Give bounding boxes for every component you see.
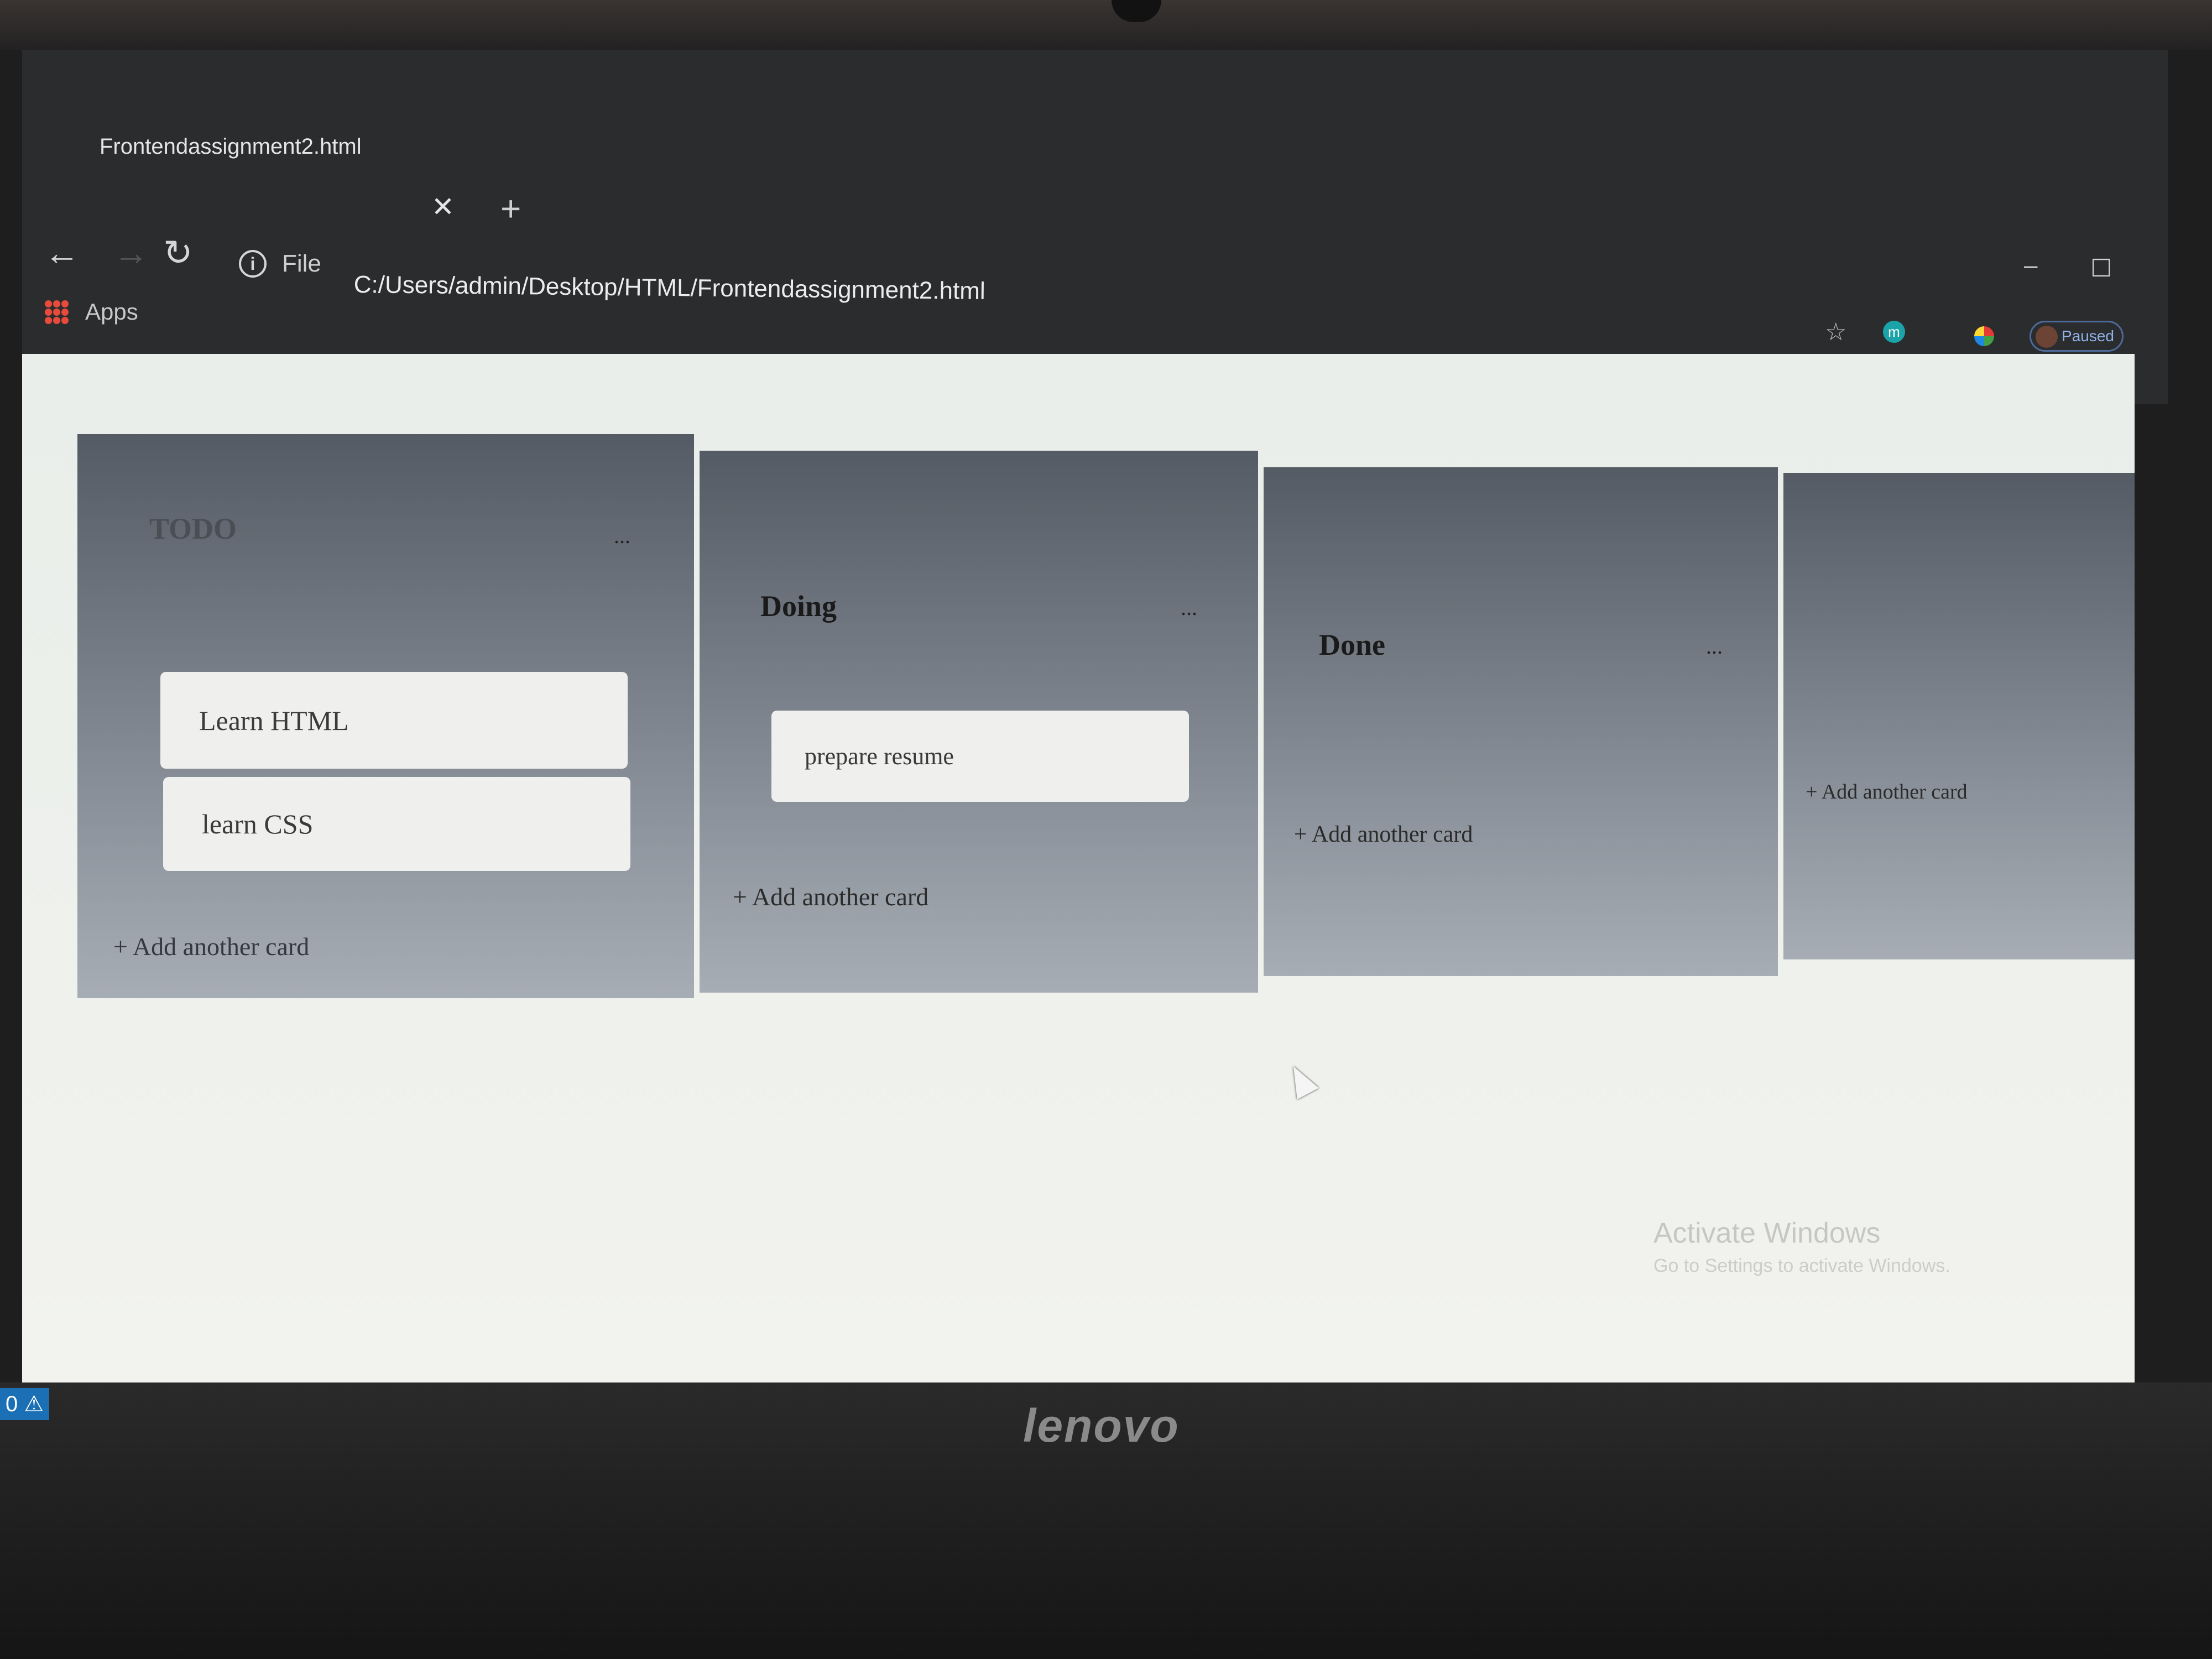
list-title: Done (1319, 628, 1385, 661)
url-scheme-label: File (282, 250, 321, 277)
reload-icon[interactable]: ↻ (163, 232, 193, 274)
apps-label: Apps (85, 299, 138, 325)
brand-logo: lenovo (1023, 1400, 1180, 1452)
window-minimize-button[interactable]: – (2024, 252, 2037, 279)
list-done: Done ... + Add another card (1264, 467, 1778, 976)
tab-close-icon[interactable]: ✕ (431, 191, 455, 223)
site-info-icon[interactable]: i (239, 250, 267, 278)
list-menu-button[interactable]: ... (1706, 633, 1723, 659)
apps-grid-icon (44, 300, 69, 324)
profile-button[interactable]: Paused (2030, 321, 2124, 352)
add-card-button[interactable]: + Add another card (1806, 780, 1968, 804)
card[interactable]: prepare resume (771, 711, 1189, 802)
card-text: learn CSS (202, 808, 314, 839)
list-untitled: + Add another card (1783, 473, 2135, 959)
list-todo: TODO ... Learn HTML learn CSS + Add anot… (77, 434, 694, 998)
laptop-bezel-top (0, 0, 2212, 50)
card[interactable]: Learn HTML (160, 672, 628, 769)
card[interactable]: learn CSS (163, 777, 630, 871)
list-menu-button[interactable]: ... (614, 523, 630, 549)
list-doing: Doing ... prepare resume + Add another c… (700, 451, 1258, 993)
new-tab-icon[interactable]: + (500, 188, 521, 229)
activation-watermark: Activate Windows (1653, 1217, 1881, 1249)
window-maximize-button[interactable]: ☐ (2090, 254, 2112, 283)
bookmark-apps[interactable]: Apps (44, 299, 138, 325)
add-card-button[interactable]: + Add another card (733, 882, 928, 911)
activation-watermark-subtext: Go to Settings to activate Windows. (1653, 1255, 1950, 1276)
browser-chrome (22, 50, 2168, 404)
extension-icon[interactable]: m (1883, 321, 1905, 343)
list-title: Doing (760, 589, 837, 623)
forward-arrow-icon[interactable]: → (113, 232, 149, 273)
profile-status: Paused (2062, 327, 2114, 345)
kanban-board: TODO ... Learn HTML learn CSS + Add anot… (77, 434, 2135, 1009)
taskbar-status-badge: 0 ⚠ (0, 1388, 50, 1420)
back-arrow-icon[interactable]: ← (44, 232, 80, 273)
color-extension-icon[interactable] (1974, 326, 1994, 346)
tab-title: Frontendassignment2.html (100, 134, 362, 159)
card-text: prepare resume (805, 743, 954, 770)
avatar (2036, 326, 2058, 348)
browser-tab[interactable]: Frontendassignment2.html (61, 122, 481, 171)
webcam (1112, 0, 1161, 22)
add-card-button[interactable]: + Add another card (113, 932, 309, 961)
bookmark-star-icon[interactable]: ☆ (1825, 318, 1846, 346)
list-title: TODO (149, 512, 237, 545)
add-card-button[interactable]: + Add another card (1294, 821, 1473, 848)
card-text: Learn HTML (199, 705, 349, 736)
list-menu-button[interactable]: ... (1181, 594, 1197, 620)
